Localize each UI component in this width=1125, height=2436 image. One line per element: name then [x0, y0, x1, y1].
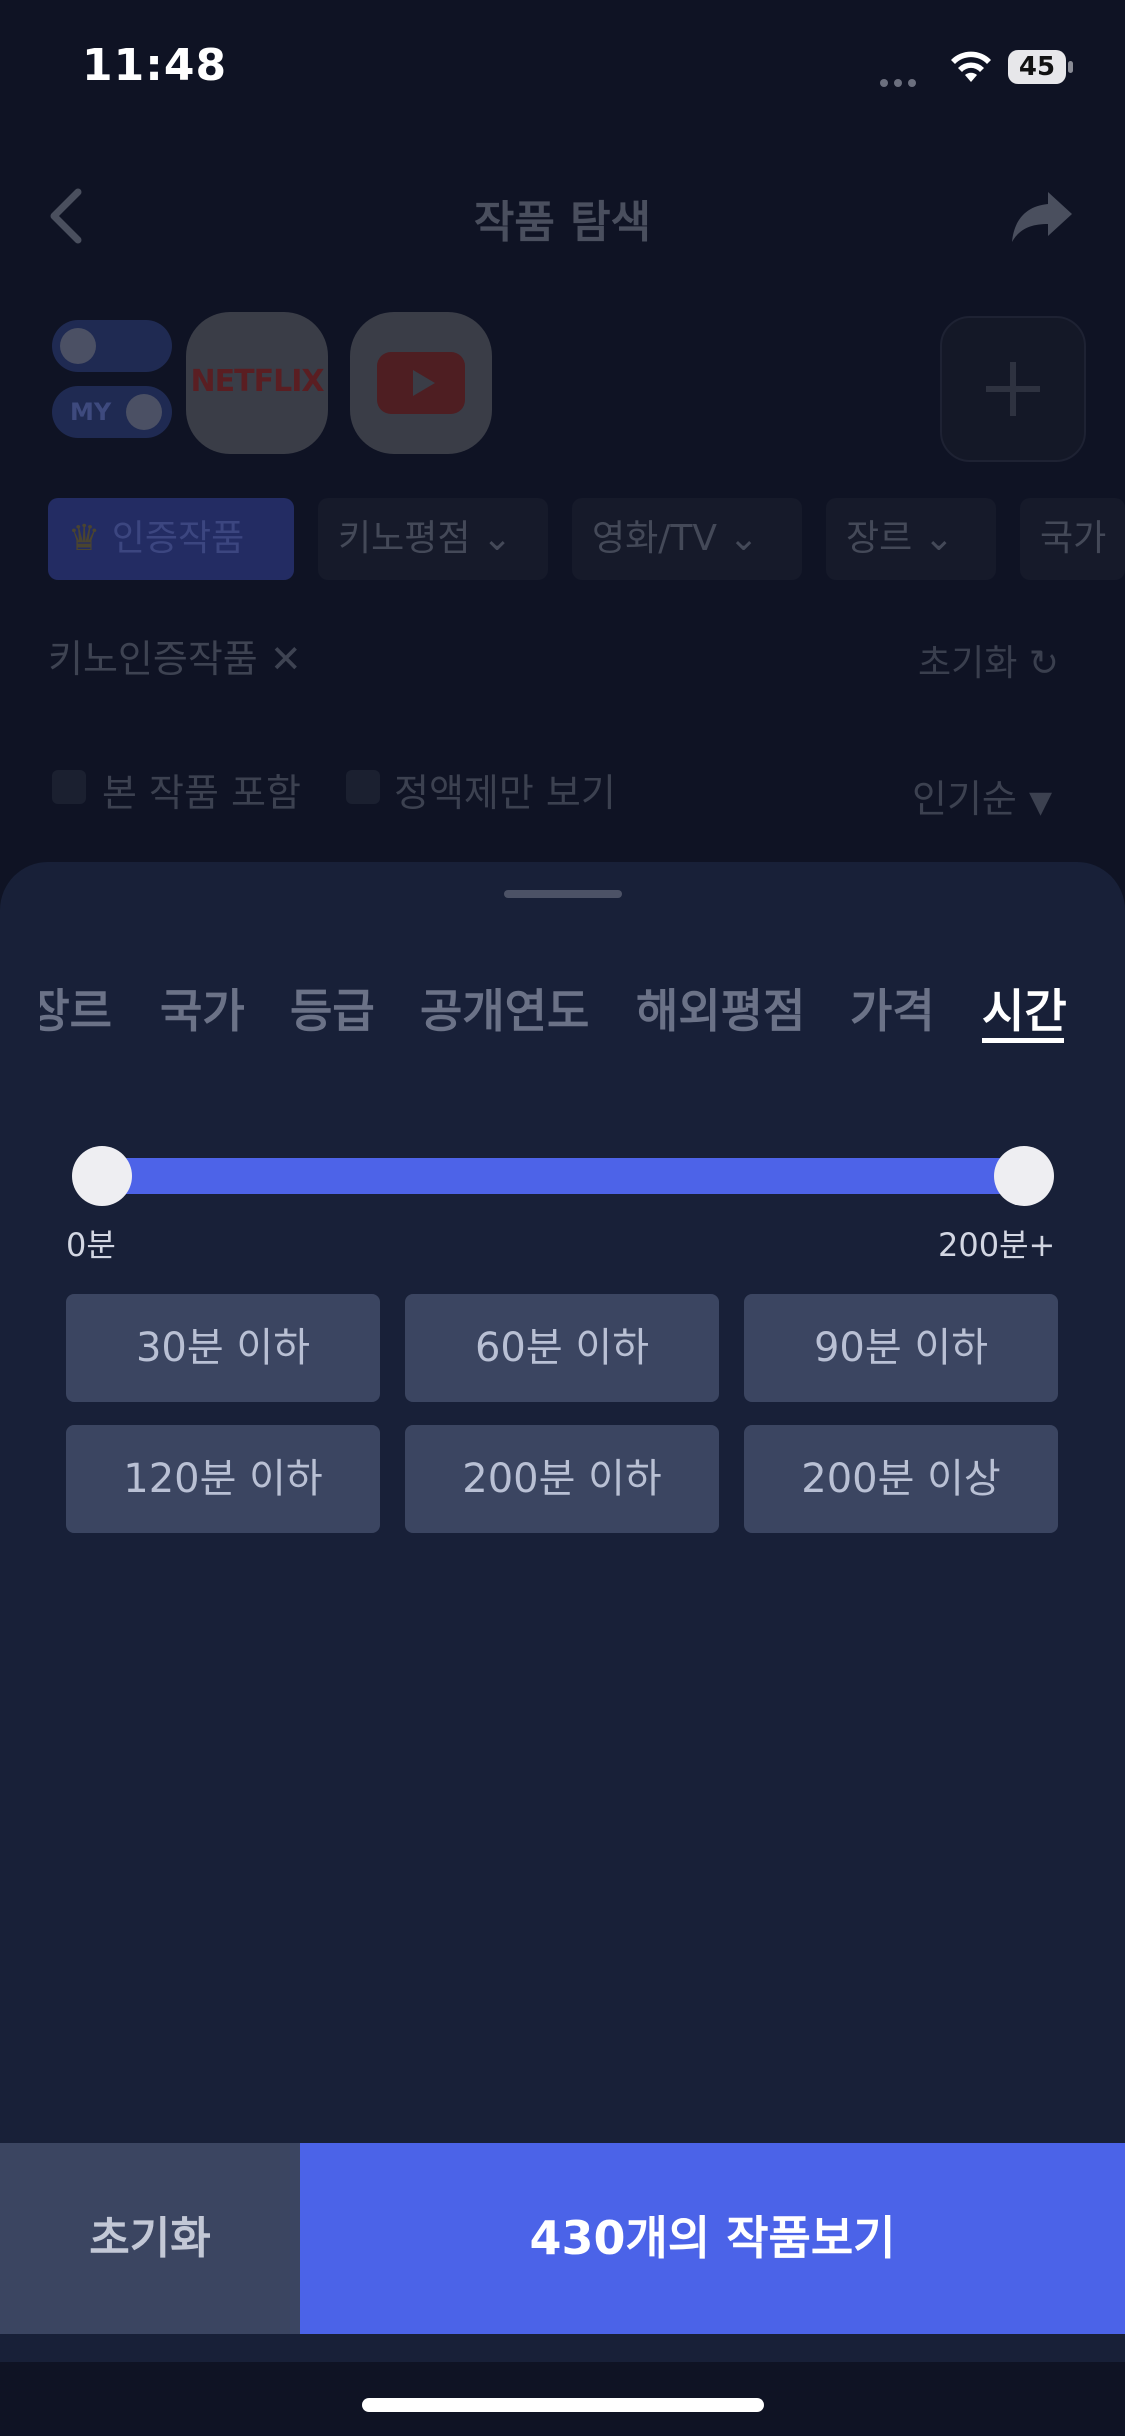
close-icon[interactable]: ✕	[270, 637, 302, 681]
chip-label: 장르	[846, 518, 913, 559]
youtube-service[interactable]	[350, 312, 492, 454]
chip-label: 영화/TV	[592, 518, 717, 559]
reset-filters-link[interactable]: 초기화 ↻	[918, 634, 1059, 686]
reset-label: 초기화	[918, 643, 1018, 684]
chip-country[interactable]: 국가	[1020, 498, 1125, 580]
preset-200-min-under[interactable]: 200분 이하	[405, 1425, 719, 1533]
flat-rate-checkbox[interactable]	[346, 770, 380, 804]
sort-label: 인기순	[912, 777, 1017, 821]
plus-icon	[986, 362, 1040, 416]
chip-movie-tv[interactable]: 영화/TV ⌄	[572, 498, 802, 580]
preset-200-min-over[interactable]: 200분 이상	[744, 1425, 1058, 1533]
chip-genre[interactable]: 장르 ⌄	[826, 498, 996, 580]
netflix-service[interactable]: NETFLIX	[186, 312, 328, 454]
tab-price[interactable]: 가격	[850, 975, 935, 1041]
tab-overseas-rating[interactable]: 해외평점	[636, 975, 805, 1041]
share-icon[interactable]	[1010, 188, 1074, 244]
chevron-down-icon: ⌄	[481, 518, 513, 559]
cellular-signal-icon	[880, 72, 934, 87]
page-title: 작품 탐색	[473, 197, 652, 248]
flat-rate-label: 정액제만 보기	[394, 771, 616, 815]
wifi-icon	[948, 48, 994, 84]
preset-120-min[interactable]: 120분 이하	[66, 1425, 380, 1533]
chip-label: 인증작품	[111, 518, 245, 559]
tab-genre[interactable]: 장르	[40, 975, 112, 1041]
sort-dropdown[interactable]: 인기순 ▼	[912, 768, 1052, 823]
home-indicator[interactable]	[362, 2398, 764, 2412]
active-filter-label: 키노인증작품	[48, 637, 258, 681]
slider-max-handle[interactable]	[994, 1146, 1054, 1206]
tab-runtime[interactable]: 시간	[982, 975, 1067, 1041]
toggle-my-label: MY	[70, 398, 112, 426]
tab-release-year[interactable]: 공개연도	[420, 975, 589, 1041]
refresh-icon: ↻	[1028, 643, 1059, 684]
battery-level: 45	[1008, 50, 1066, 84]
chip-label: 국가	[1040, 518, 1107, 559]
active-tab-indicator	[982, 1038, 1064, 1043]
filter-bottom-sheet	[0, 862, 1125, 2362]
preset-90-min[interactable]: 90분 이하	[744, 1294, 1058, 1402]
active-filter-tag[interactable]: 키노인증작품 ✕	[48, 628, 302, 683]
add-service-button[interactable]	[940, 316, 1086, 462]
chevron-down-icon: ⌄	[923, 518, 954, 559]
chip-certified[interactable]: ♛ 인증작품	[48, 498, 294, 580]
chip-label: 키노평점	[338, 518, 471, 559]
slider-max-label: 200분+	[938, 1226, 1056, 1264]
runtime-slider-track[interactable]	[100, 1158, 1024, 1194]
caret-down-icon: ▼	[1028, 785, 1053, 820]
preset-30-min[interactable]: 30분 이하	[66, 1294, 380, 1402]
slider-min-handle[interactable]	[72, 1146, 132, 1206]
status-time: 11:48	[82, 40, 228, 91]
view-results-button[interactable]: 430개의 작품보기	[300, 2143, 1125, 2334]
preset-60-min[interactable]: 60분 이하	[405, 1294, 719, 1402]
netflix-logo: NETFLIX	[190, 364, 325, 399]
slider-min-label: 0분	[66, 1226, 116, 1264]
reset-button[interactable]: 초기화	[0, 2143, 300, 2334]
toggle-all[interactable]	[52, 320, 172, 372]
sheet-drag-handle[interactable]	[504, 890, 622, 898]
chip-kino-rating[interactable]: 키노평점 ⌄	[318, 498, 548, 580]
include-watched-checkbox[interactable]	[52, 770, 86, 804]
tab-rating[interactable]: 등급	[290, 975, 375, 1041]
toggle-my[interactable]: MY	[52, 386, 172, 438]
battery-icon: 45	[1008, 50, 1074, 86]
crown-icon: ♛	[68, 518, 101, 559]
youtube-icon	[377, 352, 465, 414]
tab-country[interactable]: 국가	[160, 975, 245, 1041]
chevron-down-icon: ⌄	[728, 518, 759, 559]
include-watched-label: 본 작품 포함	[102, 771, 301, 815]
